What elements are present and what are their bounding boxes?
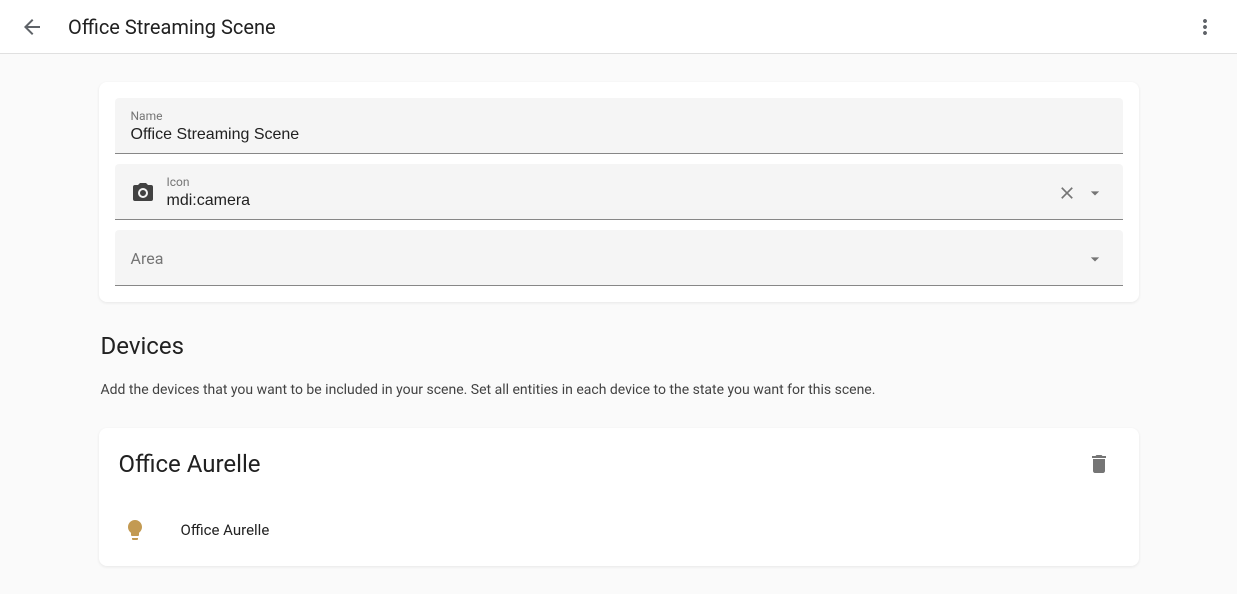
entity-name: Office Aurelle [181,521,270,539]
devices-section-title: Devices [99,332,1139,360]
back-button[interactable] [12,7,52,47]
devices-section-description: Add the devices that you want to be incl… [99,380,1139,400]
close-icon [1057,183,1077,203]
app-header: Office Streaming Scene [0,0,1237,54]
device-title: Office Aurelle [119,450,261,478]
area-field[interactable]: Area [115,230,1123,286]
name-label: Name [131,108,1107,124]
more-menu-button[interactable] [1185,7,1225,47]
device-card: Office Aurelle Office Aurelle [99,428,1139,566]
chevron-down-icon [1085,249,1105,269]
more-vert-icon [1193,15,1217,39]
area-label: Area [131,249,164,268]
name-field[interactable]: Name [115,98,1123,154]
main-content: Name Icon Area [99,54,1139,594]
delete-device-button[interactable] [1079,444,1119,484]
camera-icon [131,181,155,205]
scene-settings-card: Name Icon Area [99,82,1139,302]
lightbulb-icon [123,518,147,542]
icon-label: Icon [167,174,1055,190]
chevron-down-icon [1085,183,1105,203]
entity-row[interactable]: Office Aurelle [119,514,1119,546]
arrow-left-icon [20,15,44,39]
icon-input[interactable] [167,190,1055,212]
icon-dropdown-button[interactable] [1083,181,1107,205]
page-title: Office Streaming Scene [68,15,1185,39]
icon-field[interactable]: Icon [115,164,1123,220]
area-dropdown-button[interactable] [1083,247,1107,271]
clear-icon-button[interactable] [1055,181,1079,205]
trash-icon [1087,452,1111,476]
name-input[interactable] [131,124,1107,146]
